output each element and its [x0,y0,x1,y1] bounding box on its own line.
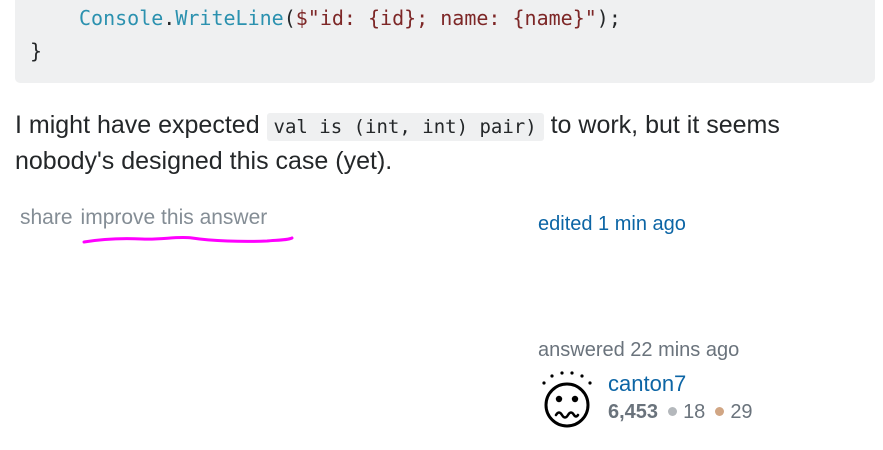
code-token-string: $"id: {id}; name: {name}" [295,6,597,30]
silver-badge-icon [668,407,678,417]
edited-link[interactable]: edited 1 min ago [538,213,686,236]
code-token-dot: . [163,6,176,30]
code-token-method: WriteLine [175,6,284,30]
user-card: answered 22 mins ago canton7 6,453 18 29 [538,339,838,428]
share-link[interactable]: share [20,206,73,229]
silver-badge-count: 18 [683,401,706,423]
code-token-class: Console [79,6,164,30]
improve-answer-link[interactable]: improve this answer [81,206,268,229]
post-menu: share improve this answer [20,206,267,230]
reputation-score: 6,453 [608,401,659,423]
code-block: Console.WriteLine($"id: {id}; name: {nam… [15,0,875,83]
inline-code: val is (int, int) pair) [266,113,544,141]
code-token-close: ); [596,6,621,30]
code-token-open-paren: ( [283,6,296,30]
user-stats: 6,453 18 29 [608,401,753,424]
highlight-underline-annotation [82,235,294,244]
answer-paragraph: I might have expected val is (int, int) … [15,108,865,178]
worried-face-icon[interactable] [538,371,596,429]
answer-text-before: I might have expected [15,111,267,139]
bronze-badge-count: 29 [730,401,753,423]
bronze-badge-icon [715,407,725,417]
user-name-link[interactable]: canton7 [608,371,686,397]
code-line: Console.WriteLine($"id: {id}; name: {nam… [79,6,621,30]
code-line-closing-brace: } [30,39,43,63]
answered-time: answered 22 mins ago [538,339,740,361]
